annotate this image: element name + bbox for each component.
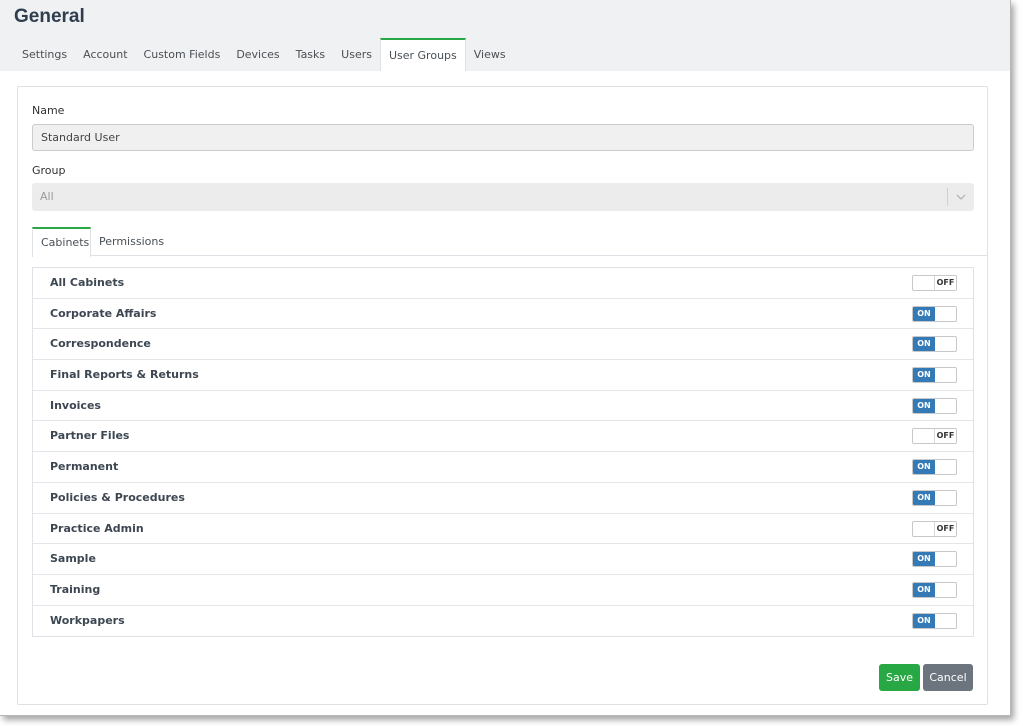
main-tabs: Settings Account Custom Fields Devices T… [14,38,514,71]
sub-tabs: Cabinets Permissions [32,227,987,257]
tab-devices[interactable]: Devices [228,38,287,71]
cabinet-label: Practice Admin [50,521,144,535]
name-label: Name [32,104,65,117]
cabinet-toggle[interactable]: ON [912,367,957,384]
tab-tasks[interactable]: Tasks [288,38,333,71]
cabinet-toggle[interactable]: ON [912,612,957,629]
page-header: General Settings Account Custom Fields D… [0,0,1010,71]
cabinet-row: Sample ON [33,544,973,575]
settings-window: General Settings Account Custom Fields D… [0,0,1011,716]
cabinet-label: All Cabinets [50,276,125,289]
user-group-card: Name Standard User Group All Cabinets Pe… [17,86,988,705]
cabinet-label: Sample [50,552,96,566]
cabinet-label: Workpapers [50,613,125,627]
cabinet-toggle[interactable]: ON [912,305,957,322]
cabinet-label: Final Reports & Returns [50,368,199,382]
cabinet-row: Final Reports & Returns ON [33,360,973,391]
tab-cabinets[interactable]: Cabinets [32,227,91,257]
group-select-value: All [40,190,54,203]
cabinet-toggle[interactable]: ON [912,336,957,353]
select-separator [947,188,948,206]
page-title: General [14,6,85,27]
group-label: Group [32,164,66,177]
tab-views[interactable]: Views [466,38,514,71]
cabinet-row: Permanent ON [33,452,973,483]
chevron-down-icon[interactable] [956,192,966,202]
toggle-state-label: ON [913,613,935,628]
cabinet-row: Invoices ON [33,391,973,422]
tab-user-groups[interactable]: User Groups [379,38,466,71]
cabinet-label: Invoices [50,398,101,412]
cabinet-toggle[interactable]: OFF [912,275,957,291]
group-select[interactable]: All [32,183,974,211]
toggle-state-label: OFF [934,429,956,444]
cabinet-row: Practice Admin OFF [33,514,973,545]
toggle-state-label: ON [913,460,935,475]
toggle-state-label: OFF [934,521,956,536]
toggle-state-label: OFF [934,276,956,290]
cabinet-toggle[interactable]: ON [912,551,957,568]
toggle-state-label: ON [913,582,935,597]
toggle-state-label: ON [913,306,935,321]
cabinet-toggle[interactable]: ON [912,581,957,598]
cabinet-label: Training [50,582,101,596]
tab-custom-fields[interactable]: Custom Fields [136,38,229,71]
cabinet-toggle[interactable]: ON [912,459,957,476]
cabinet-row: Corporate Affairs ON [33,299,973,330]
cabinet-label: Partner Files [50,429,130,443]
cabinet-row: Correspondence ON [33,329,973,361]
tab-settings[interactable]: Settings [14,38,75,71]
cabinet-toggle[interactable]: OFF [912,520,957,537]
cabinet-toggle[interactable]: ON [912,489,957,506]
cabinet-row: Workpapers ON [33,606,973,637]
toggle-state-label: ON [913,337,935,352]
cabinet-toggle[interactable]: OFF [912,428,957,445]
cabinet-toggle[interactable]: ON [912,397,957,414]
toggle-state-label: ON [913,490,935,505]
cabinet-row: Policies & Procedures ON [33,483,973,514]
save-button[interactable]: Save [879,664,920,691]
name-field[interactable]: Standard User [32,124,974,151]
cabinet-label: Corporate Affairs [50,306,157,320]
cabinet-label: Correspondence [50,337,151,351]
cabinet-label: Permanent [50,460,119,474]
tab-users[interactable]: Users [333,38,380,71]
cancel-button[interactable]: Cancel [923,664,973,691]
cabinet-row: Partner Files OFF [33,421,973,453]
cabinet-label: Policies & Procedures [50,490,185,504]
cabinet-row: All Cabinets OFF [33,268,973,299]
toggle-state-label: ON [913,552,935,567]
cabinet-row: Training ON [33,575,973,606]
toggle-state-label: ON [913,368,935,383]
tab-permissions[interactable]: Permissions [91,227,172,256]
tab-account[interactable]: Account [75,38,135,71]
toggle-state-label: ON [913,398,935,413]
cabinet-list: All Cabinets OFF Corporate Affairs ON Corres… [32,267,974,638]
